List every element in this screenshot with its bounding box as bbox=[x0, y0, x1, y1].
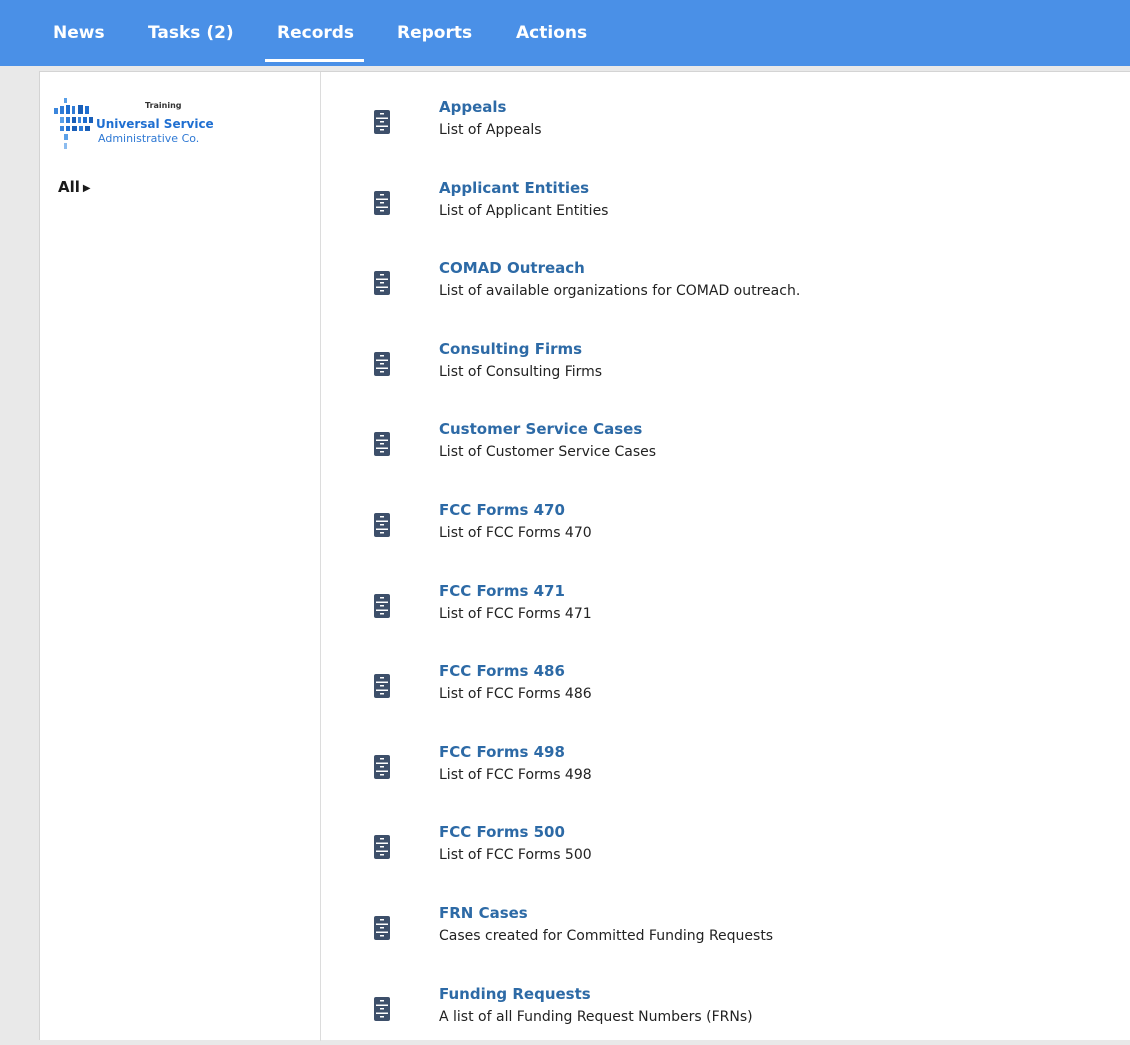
top-navigation: News Tasks (2) Records Reports Actions bbox=[0, 0, 1130, 66]
record-description: A list of all Funding Request Numbers (F… bbox=[439, 1009, 753, 1025]
record-description: List of Appeals bbox=[439, 122, 542, 138]
file-cabinet-icon bbox=[374, 835, 390, 859]
record-title-link[interactable]: Customer Service Cases bbox=[439, 420, 642, 438]
tab-actions[interactable]: Actions bbox=[516, 0, 587, 66]
record-title-link[interactable]: COMAD Outreach bbox=[439, 259, 585, 277]
tab-tasks[interactable]: Tasks (2) bbox=[148, 0, 234, 66]
record-description: List of FCC Forms 470 bbox=[439, 525, 592, 541]
record-title-link[interactable]: FCC Forms 498 bbox=[439, 743, 565, 761]
record-title-link[interactable]: FCC Forms 486 bbox=[439, 662, 565, 680]
record-item[interactable]: FCC Forms 498 List of FCC Forms 498 bbox=[360, 743, 1100, 803]
record-description: List of available organizations for COMA… bbox=[439, 283, 801, 299]
record-item[interactable]: Customer Service Cases List of Customer S… bbox=[360, 420, 1100, 480]
file-cabinet-icon bbox=[374, 352, 390, 376]
record-title-link[interactable]: FCC Forms 470 bbox=[439, 501, 565, 519]
record-item[interactable]: FCC Forms 500 List of FCC Forms 500 bbox=[360, 823, 1100, 883]
caret-right-icon: ▶ bbox=[82, 183, 91, 194]
content-panel: Training Universal Service Administrativ… bbox=[39, 71, 1130, 1041]
file-cabinet-icon bbox=[374, 674, 390, 698]
file-cabinet-icon bbox=[374, 755, 390, 779]
record-title-link[interactable]: FRN Cases bbox=[439, 904, 528, 922]
record-description: List of FCC Forms 500 bbox=[439, 847, 592, 863]
file-cabinet-icon bbox=[374, 110, 390, 134]
record-item[interactable]: FCC Forms 471 List of FCC Forms 471 bbox=[360, 582, 1100, 642]
file-cabinet-icon bbox=[374, 916, 390, 940]
file-cabinet-icon bbox=[374, 513, 390, 537]
usac-logo-mark-icon bbox=[54, 98, 93, 149]
file-cabinet-icon bbox=[374, 997, 390, 1021]
record-item[interactable]: FCC Forms 470 List of FCC Forms 470 bbox=[360, 501, 1100, 561]
file-cabinet-icon bbox=[374, 594, 390, 618]
record-item[interactable]: COMAD Outreach List of available organiza… bbox=[360, 259, 1100, 319]
record-description: List of FCC Forms 471 bbox=[439, 606, 592, 622]
record-description: List of Applicant Entities bbox=[439, 203, 609, 219]
tab-news[interactable]: News bbox=[53, 0, 105, 66]
file-cabinet-icon bbox=[374, 191, 390, 215]
all-filter-link[interactable]: All ▶ bbox=[58, 178, 91, 196]
record-title-link[interactable]: Appeals bbox=[439, 98, 506, 116]
file-cabinet-icon bbox=[374, 271, 390, 295]
record-title-link[interactable]: Funding Requests bbox=[439, 985, 591, 1003]
usac-logo: Training Universal Service Administrativ… bbox=[54, 96, 254, 158]
record-item[interactable]: Appeals List of Appeals bbox=[360, 98, 1100, 158]
record-description: List of Customer Service Cases bbox=[439, 444, 657, 460]
record-title-link[interactable]: FCC Forms 500 bbox=[439, 823, 565, 841]
record-item[interactable]: Funding Requests A list of all Funding Re… bbox=[360, 985, 1100, 1045]
record-item[interactable]: FCC Forms 486 List of FCC Forms 486 bbox=[360, 662, 1100, 722]
sidebar-divider bbox=[320, 72, 321, 1041]
file-cabinet-icon bbox=[374, 432, 390, 456]
record-item[interactable]: Consulting Firms List of Consulting Firms bbox=[360, 340, 1100, 400]
all-filter-label: All bbox=[58, 178, 80, 196]
record-description: List of FCC Forms 498 bbox=[439, 767, 592, 783]
tab-records[interactable]: Records bbox=[264, 0, 365, 66]
record-title-link[interactable]: Consulting Firms bbox=[439, 340, 582, 358]
logo-name-line1: Universal Service bbox=[96, 117, 214, 131]
record-item[interactable]: Applicant Entities List of Applicant Enti… bbox=[360, 179, 1100, 239]
record-item[interactable]: FRN Cases Cases created for Committed Fun… bbox=[360, 904, 1100, 964]
record-title-link[interactable]: Applicant Entities bbox=[439, 179, 589, 197]
record-description: List of Consulting Firms bbox=[439, 364, 603, 380]
tab-reports[interactable]: Reports bbox=[397, 0, 472, 66]
logo-training-label: Training bbox=[145, 101, 182, 110]
record-title-link[interactable]: FCC Forms 471 bbox=[439, 582, 565, 600]
record-description: Cases created for Committed Funding Requ… bbox=[439, 928, 774, 944]
record-description: List of FCC Forms 486 bbox=[439, 686, 592, 702]
logo-name-line2: Administrative Co. bbox=[98, 132, 200, 145]
